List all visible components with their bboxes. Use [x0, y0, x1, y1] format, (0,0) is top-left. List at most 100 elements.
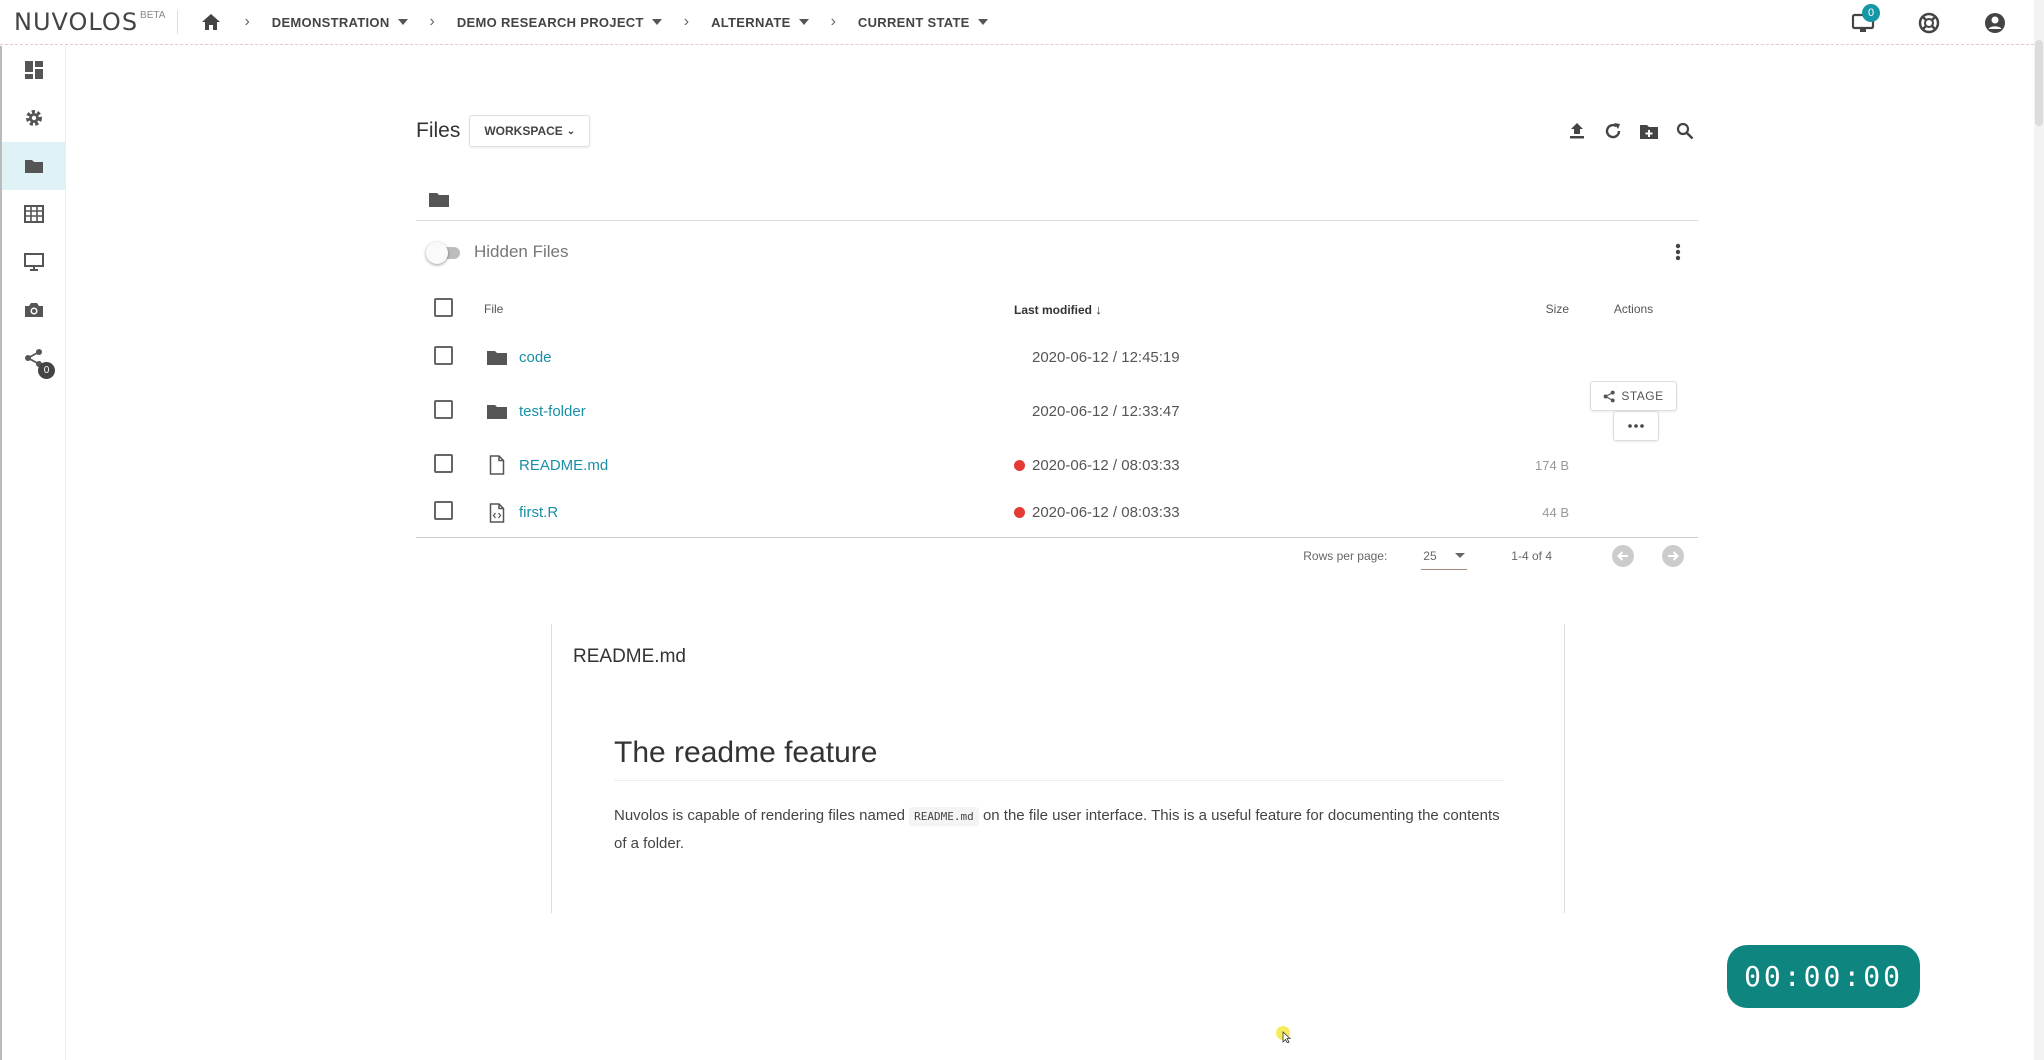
pagination: Rows per page: 25 1-4 of 4 [416, 536, 1698, 576]
caret-down-icon [651, 19, 662, 25]
chevron-right-icon: › [244, 13, 250, 30]
chevron-down-icon: ⌄ [566, 125, 576, 137]
add-folder-icon [1640, 124, 1658, 139]
scrollbar-thumb[interactable] [2035, 40, 2043, 126]
caret-down-icon [1455, 553, 1466, 558]
table-row[interactable]: README.md 2020-06-12 / 08:03:33 174 B [416, 441, 1698, 489]
readme-filename: README.md [573, 646, 686, 667]
file-name-link[interactable]: first.R [519, 504, 558, 521]
breadcrumb-instance[interactable]: ALTERNATE [711, 15, 809, 30]
breadcrumb-label: DEMO RESEARCH PROJECT [456, 14, 644, 30]
rows-per-page-select[interactable]: 25 [1421, 542, 1468, 570]
column-header-modified[interactable]: Last modified ↓ [1014, 285, 1454, 333]
scrollbar[interactable] [2034, 0, 2044, 1060]
monitor-icon [24, 253, 44, 271]
page-range: 1-4 of 4 [1511, 549, 1552, 563]
select-all-checkbox[interactable] [434, 298, 453, 317]
table-row[interactable]: first.R 2020-06-12 / 08:03:33 44 B [416, 489, 1698, 538]
sort-desc-icon: ↓ [1095, 301, 1102, 317]
file-name-link[interactable]: README.md [519, 457, 608, 474]
sidebar-item-distribution[interactable]: 0 [2, 334, 66, 382]
sidebar-item-files[interactable] [2, 142, 66, 190]
caret-down-icon [798, 19, 809, 25]
more-actions-button[interactable] [1612, 411, 1659, 441]
upload-button[interactable] [1564, 118, 1590, 144]
files-table: File Last modified ↓ Size Actions code 2… [416, 285, 1698, 538]
help-button[interactable] [1914, 8, 1944, 38]
status-dot [1014, 406, 1025, 417]
sidebar-item-settings[interactable] [2, 94, 66, 142]
chevron-right-icon: › [683, 13, 690, 30]
sidebar-item-applications[interactable] [2, 238, 66, 286]
workspace-label: WORKSPACE [484, 124, 563, 138]
files-header: Files WORKSPACE ⌄ [416, 114, 1698, 148]
row-checkbox[interactable] [434, 345, 453, 365]
breadcrumb-snapshot[interactable]: CURRENT STATE [858, 15, 988, 30]
file-icon [489, 455, 505, 475]
share-icon [1603, 390, 1616, 402]
account-button[interactable] [1980, 8, 2010, 38]
new-folder-button[interactable] [1636, 118, 1662, 144]
sidebar-item-snapshots[interactable] [2, 286, 66, 334]
folder-icon [25, 160, 43, 173]
sidebar-item-tables[interactable] [2, 190, 66, 238]
caret-down-icon [977, 19, 988, 25]
recording-timer: 00:00:00 [1727, 945, 1920, 1008]
column-header-size[interactable]: Size [1454, 285, 1569, 333]
row-checkbox[interactable] [434, 399, 453, 419]
modified-date: 2020-06-12 / 08:03:33 [1032, 504, 1180, 522]
stage-button[interactable]: STAGE [1590, 381, 1677, 411]
table-row[interactable]: code 2020-06-12 / 12:45:19 [416, 333, 1698, 381]
rows-per-page-value: 25 [1423, 548, 1437, 563]
upload-icon [1570, 123, 1584, 139]
kebab-menu-icon [1675, 243, 1681, 261]
readme-paragraph: Nuvolos is capable of rendering files na… [614, 802, 1504, 857]
workspace-dropdown[interactable]: WORKSPACE ⌄ [469, 115, 591, 147]
sidebar-item-dashboard[interactable] [2, 46, 66, 94]
hidden-files-toggle[interactable] [426, 242, 466, 264]
toolbar-row: Hidden Files [416, 232, 1698, 272]
next-page-button[interactable] [1662, 545, 1684, 567]
rows-per-page-label: Rows per page: [1303, 549, 1388, 563]
stage-label: STAGE [1621, 389, 1664, 403]
home-icon[interactable] [200, 11, 222, 33]
more-horizontal-icon [1627, 424, 1644, 428]
breadcrumb-label: ALTERNATE [711, 14, 791, 30]
caret-down-icon [397, 19, 408, 25]
previous-page-button[interactable] [1612, 545, 1634, 567]
breadcrumb-organization[interactable]: DEMONSTRATION [272, 15, 408, 30]
file-name-link[interactable]: test-folder [519, 403, 586, 420]
chevron-right-icon: › [830, 13, 836, 30]
table-icon [24, 205, 44, 223]
mouse-cursor-icon [1276, 1026, 1292, 1043]
file-size: 44 B [1542, 505, 1569, 521]
sidebar: 0 [0, 46, 66, 1060]
more-options-button[interactable] [1666, 240, 1690, 264]
hidden-files-label: Hidden Files [474, 242, 569, 261]
lifebuoy-icon [1918, 12, 1940, 33]
column-header-actions: Actions [1569, 285, 1698, 333]
readme-heading: The readme feature [614, 736, 1504, 781]
brand-beta-label: BETA [140, 9, 166, 21]
file-name-link[interactable]: code [519, 349, 552, 366]
gear-icon [26, 110, 42, 126]
column-header-file[interactable]: File [484, 285, 1014, 333]
top-bar: NUVOLOS BETA › DEMONSTRATION › DEMO RESE… [0, 0, 2034, 45]
brand-logo[interactable]: NUVOLOS BETA [14, 0, 165, 45]
camera-icon [25, 303, 43, 317]
readme-text: Nuvolos is capable of rendering files na… [614, 807, 910, 824]
table-row[interactable]: test-folder 2020-06-12 / 12:33:47 STAGE [416, 381, 1698, 441]
notifications-button[interactable]: 0 [1848, 3, 1880, 38]
column-label: File [484, 302, 504, 316]
arrow-right-icon [1668, 551, 1679, 561]
row-checkbox[interactable] [434, 453, 453, 473]
changed-status-dot [1014, 459, 1025, 471]
refresh-button[interactable] [1600, 118, 1626, 144]
folder-icon [487, 350, 507, 365]
folder-icon[interactable] [428, 191, 450, 208]
search-icon [1676, 122, 1694, 140]
breadcrumb-space[interactable]: DEMO RESEARCH PROJECT [457, 15, 662, 30]
row-checkbox[interactable] [434, 501, 453, 521]
search-button[interactable] [1672, 118, 1698, 144]
changed-status-dot [1014, 507, 1025, 519]
